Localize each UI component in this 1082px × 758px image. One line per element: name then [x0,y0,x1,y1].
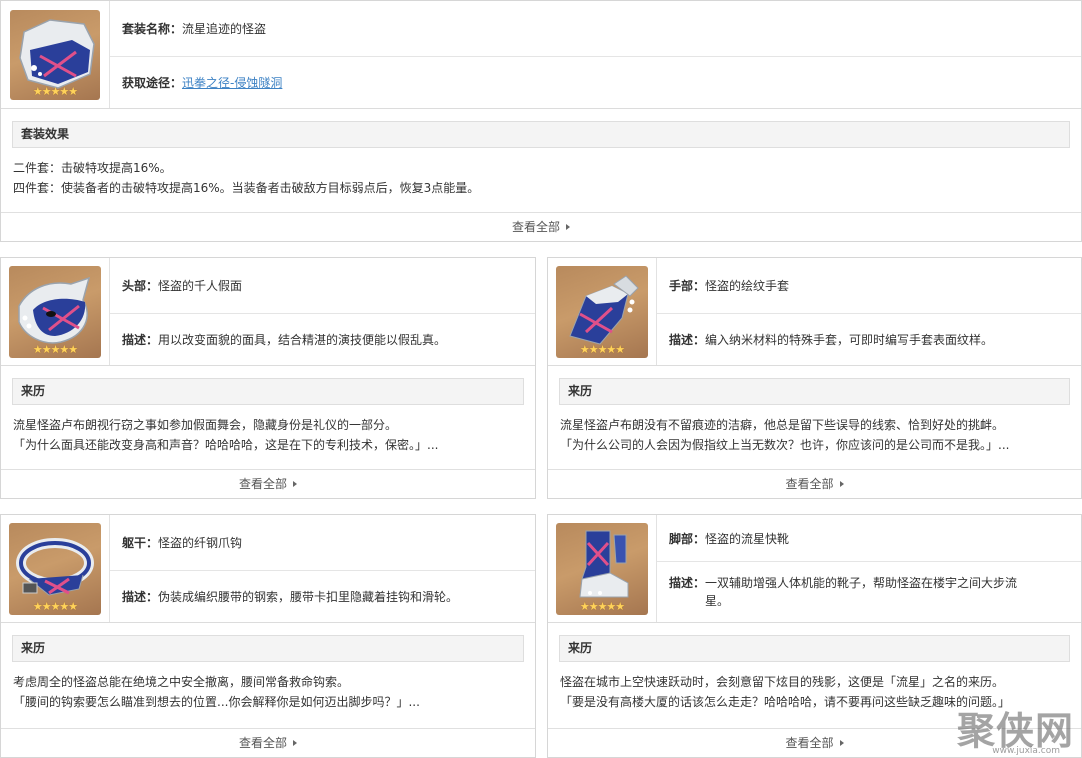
desc-label: 描述： [122,333,159,347]
story-title: 来历 [559,378,1070,405]
rarity-stars: ★★★★★ [579,599,625,613]
desc-line: 一双辅助增强人体机能的靴子，帮助怪盗在楼宇之间大步流 [705,576,1018,590]
feet-item-image[interactable]: ★★★★★ [556,522,648,615]
desc-label: 描述： [669,333,706,347]
piece-info: 头部： 怪盗的千人假面 描述： 用以改变面貌的面具，结合精湛的演技便能以假乱真。 [110,258,535,365]
hands-item-image[interactable]: ★★★★★ [556,265,648,358]
piece-desc: 伪装成编织腰带的钢索，腰带卡扣里隐藏着挂钩和滑轮。 [158,590,459,604]
set-name-value: 流星追迹的怪盗 [182,22,267,36]
set-source-label: 获取途径： [122,76,183,90]
piece-name-row: 脚部： 怪盗的流星快靴 [657,515,1081,561]
piece-header-hands: ★★★★★ 手部： 怪盗的绘纹手套 描述： 编入纳米材料的特殊手套，可即时编写手… [548,258,1081,366]
piece-desc-row: 描述： 用以改变面貌的面具，结合精湛的演技便能以假乱真。 [110,313,535,365]
piece-name-row: 头部： 怪盗的千人假面 [110,258,535,313]
desc-line: 星。 [705,594,730,608]
set-item-image[interactable]: ★★★★★ [10,9,100,100]
story-line: 流星怪盗卢布朗没有不留痕迹的洁癖，他总是留下些误导的线索、恰到好处的挑衅。 [560,418,1005,432]
piece-card-head: ★★★★★ 头部： 怪盗的千人假面 描述： 用以改变面貌的面具，结合精湛的演技便… [0,257,536,499]
piece-thumb-cell: ★★★★★ [548,258,657,365]
set-source-link[interactable]: 迅拳之径-侵蚀隧洞 [182,74,282,91]
story-text: 怪盗在城市上空快速跃动时，会刻意留下炫目的残影，这便是「流星」之名的来历。 「要… [548,662,1081,712]
piece-info: 脚部： 怪盗的流星快靴 描述： 一双辅助增强人体机能的靴子，帮助怪盗在楼宇之间大… [657,515,1081,622]
piece-desc: 一双辅助增强人体机能的靴子，帮助怪盗在楼宇之间大步流 星。 [705,574,1017,610]
piece-info: 手部： 怪盗的绘纹手套 描述： 编入纳米材料的特殊手套，可即时编写手套表面纹样。 [657,258,1081,365]
story-line: 「为什么面具还能改变身高和声音？哈哈哈哈，这是在下的专利技术，保密。」... [13,438,439,452]
story-text: 流星怪盗卢布朗没有不留痕迹的洁癖，他总是留下些误导的线索、恰到好处的挑衅。 「为… [548,405,1081,455]
story-line: 怪盗在城市上空快速跃动时，会刻意留下炫目的残影，这便是「流星」之名的来历。 [560,675,1005,689]
story-text: 考虑周全的怪盗总能在绝境之中安全撤离，腰间常备救命钩索。 「腰间的钩索要怎么瞄准… [1,662,535,712]
piece-header-feet: ★★★★★ 脚部： 怪盗的流星快靴 描述： 一双辅助增强人体机能的靴子，帮助怪盗… [548,515,1081,623]
body-view-all-button[interactable]: 查看全部 [1,728,535,757]
set-effect-text: 二件套：击破特攻提高16%。 四件套：使装备者的击破特攻提高16%。当装备者击破… [1,148,1081,198]
view-all-label: 查看全部 [238,477,287,491]
set-card: ★★★★★ 套装名称： 流星追迹的怪盗 获取途径： 迅拳之径-侵蚀隧洞 套装效果… [0,0,1082,242]
caret-right-icon [839,481,844,487]
view-all-label: 查看全部 [511,220,560,234]
piece-desc-row: 描述： 编入纳米材料的特殊手套，可即时编写手套表面纹样。 [657,313,1081,365]
story-line: 流星怪盗卢布朗视行窃之事如参加假面舞会，隐藏身份是礼仪的一部分。 [13,418,398,432]
story-line: 考虑周全的怪盗总能在绝境之中安全撤离，腰间常备救命钩索。 [13,675,350,689]
set-name-label: 套装名称： [122,22,183,36]
piece-header-body: ★★★★★ 躯干： 怪盗的纤钢爪钩 描述： 伪装成编织腰带的钢索，腰带卡扣里隐藏… [1,515,535,623]
hands-view-all-button[interactable]: 查看全部 [548,469,1081,498]
slot-label: 手部： [669,279,706,293]
piece-name-row: 躯干： 怪盗的纤钢爪钩 [110,515,535,570]
story-title: 来历 [559,635,1070,662]
piece-name: 怪盗的纤钢爪钩 [158,536,243,550]
set-effect-title: 套装效果 [12,121,1070,148]
set-thumb-cell: ★★★★★ [1,1,110,108]
story-line: 「腰间的钩索要怎么瞄准到想去的位置...你会解释你是如何迈出脚步吗？」... [13,695,420,709]
piece-desc-row: 描述： 伪装成编织腰带的钢索，腰带卡扣里隐藏着挂钩和滑轮。 [110,570,535,622]
watermark-logo: 聚侠网 [956,708,1074,753]
piece-thumb-cell: ★★★★★ [548,515,657,622]
story-title: 来历 [12,635,524,662]
rarity-stars: ★★★★★ [32,342,78,356]
piece-name: 怪盗的绘纹手套 [705,279,790,293]
piece-thumb-cell: ★★★★★ [1,258,110,365]
set-effect-4pc: 四件套：使装备者的击破特攻提高16%。当装备者击破敌方目标弱点后，恢复3点能量。 [13,181,480,195]
set-source-row: 获取途径： 迅拳之径-侵蚀隧洞 [110,56,1081,108]
set-effect-2pc: 二件套：击破特攻提高16%。 [13,161,172,175]
rarity-stars: ★★★★★ [32,599,78,613]
caret-right-icon [293,740,297,746]
story-line: 「为什么公司的人会因为假指纹上当无数次？也许，你应该问的是公司而不是我。」... [560,438,1010,452]
story-text: 流星怪盗卢布朗视行窃之事如参加假面舞会，隐藏身份是礼仪的一部分。 「为什么面具还… [1,405,535,455]
piece-card-hands: ★★★★★ 手部： 怪盗的绘纹手套 描述： 编入纳米材料的特殊手套，可即时编写手… [547,257,1082,499]
piece-header-head: ★★★★★ 头部： 怪盗的千人假面 描述： 用以改变面貌的面具，结合精湛的演技便… [1,258,535,366]
piece-card-body: ★★★★★ 躯干： 怪盗的纤钢爪钩 描述： 伪装成编织腰带的钢索，腰带卡扣里隐藏… [0,514,536,758]
caret-right-icon [566,224,570,230]
set-view-all-button[interactable]: 查看全部 [1,212,1081,241]
piece-desc: 编入纳米材料的特殊手套，可即时编写手套表面纹样。 [705,333,994,347]
story-title: 来历 [12,378,524,405]
watermark-url: www.juxia.com [992,746,1060,756]
head-item-image[interactable]: ★★★★★ [9,265,101,358]
desc-label: 描述： [122,590,159,604]
view-all-label: 查看全部 [785,477,834,491]
rarity-stars: ★★★★★ [32,84,78,98]
piece-name: 怪盗的千人假面 [158,279,243,293]
set-info: 套装名称： 流星追迹的怪盗 获取途径： 迅拳之径-侵蚀隧洞 [110,1,1081,108]
set-header: ★★★★★ 套装名称： 流星追迹的怪盗 获取途径： 迅拳之径-侵蚀隧洞 [1,1,1081,109]
view-all-label: 查看全部 [238,736,287,750]
slot-label: 头部： [122,279,159,293]
piece-info: 躯干： 怪盗的纤钢爪钩 描述： 伪装成编织腰带的钢索，腰带卡扣里隐藏着挂钩和滑轮… [110,515,535,622]
caret-right-icon [839,740,844,746]
rarity-stars: ★★★★★ [579,342,625,356]
piece-desc-row: 描述： 一双辅助增强人体机能的靴子，帮助怪盗在楼宇之间大步流 星。 [657,561,1081,622]
head-view-all-button[interactable]: 查看全部 [1,469,535,498]
desc-label: 描述： [669,576,706,590]
piece-name: 怪盗的流星快靴 [705,531,790,546]
body-item-image[interactable]: ★★★★★ [9,522,101,615]
slot-label: 脚部： [669,531,706,546]
set-name-row: 套装名称： 流星追迹的怪盗 [110,1,1081,56]
piece-thumb-cell: ★★★★★ [1,515,110,622]
view-all-label: 查看全部 [785,736,834,750]
piece-desc: 用以改变面貌的面具，结合精湛的演技便能以假乱真。 [158,333,447,347]
slot-label: 躯干： [122,536,159,550]
caret-right-icon [293,481,297,487]
piece-name-row: 手部： 怪盗的绘纹手套 [657,258,1081,313]
